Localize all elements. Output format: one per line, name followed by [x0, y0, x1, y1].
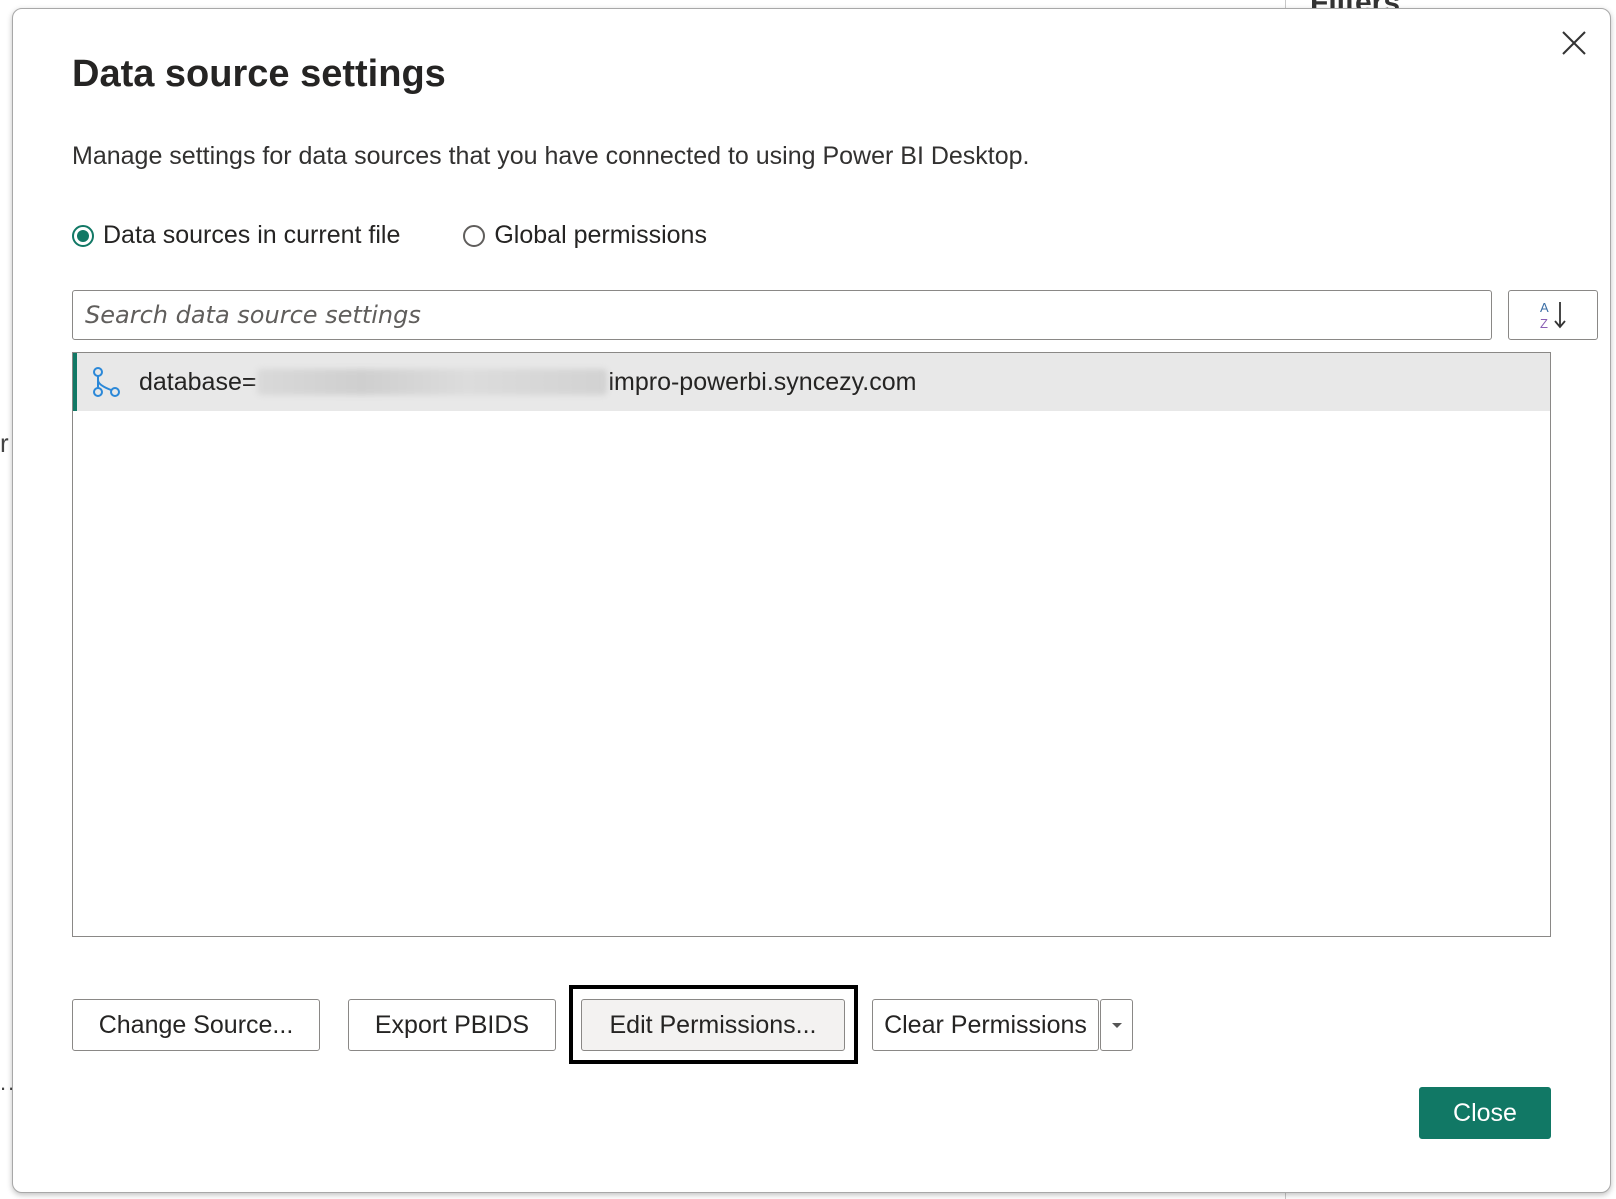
radio-label: Data sources in current file [103, 221, 401, 249]
dialog-description: Manage settings for data sources that yo… [72, 142, 1030, 170]
scope-radio-group: Data sources in current file Global perm… [72, 221, 707, 250]
radio-global-permissions[interactable]: Global permissions [463, 221, 707, 250]
background-left-glyph: r [0, 428, 9, 458]
export-pbids-button[interactable]: Export PBIDS [348, 999, 556, 1051]
radio-data-sources-in-current-file[interactable]: Data sources in current file [72, 221, 400, 250]
change-source-button[interactable]: Change Source... [72, 999, 320, 1051]
svg-text:A: A [1540, 300, 1549, 315]
clear-permissions-button[interactable]: Clear Permissions [872, 999, 1099, 1051]
radio-label: Global permissions [494, 221, 707, 249]
data-source-host: impro-powerbi.syncezy.com [608, 367, 917, 396]
radio-unchecked-icon [463, 224, 486, 247]
data-source-prefix: database= [139, 367, 257, 396]
svg-text:Z: Z [1540, 316, 1548, 331]
list-item[interactable]: database= impro-powerbi.syncezy.com [73, 353, 1550, 411]
close-dialog-icon[interactable] [1558, 27, 1590, 59]
data-source-list: database= impro-powerbi.syncezy.com [72, 352, 1551, 937]
search-data-source-input[interactable] [72, 290, 1492, 340]
dialog-title: Data source settings [72, 53, 446, 95]
redacted-text [257, 369, 608, 395]
edit-permissions-button[interactable]: Edit Permissions... [581, 999, 845, 1051]
radio-checked-icon [72, 224, 94, 247]
close-button[interactable]: Close [1419, 1087, 1551, 1139]
clear-permissions-dropdown[interactable] [1100, 999, 1133, 1051]
database-connection-icon [93, 367, 120, 397]
sort-az-icon: A Z [1540, 300, 1566, 331]
sort-button[interactable]: A Z [1508, 290, 1598, 340]
data-source-settings-dialog: Data source settings Manage settings for… [12, 8, 1611, 1193]
chevron-down-icon [1111, 1023, 1122, 1028]
